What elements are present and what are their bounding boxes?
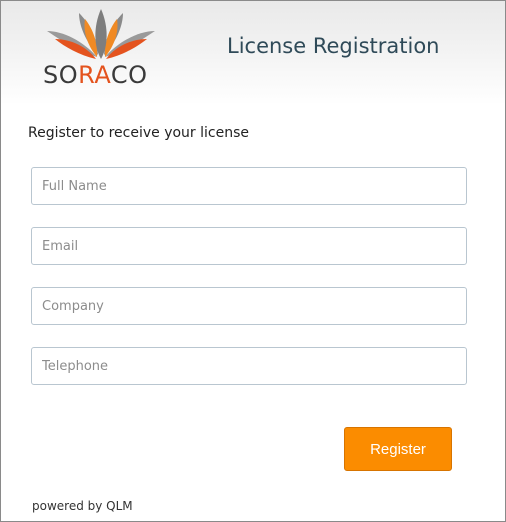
powered-by-label: powered by QLM: [32, 499, 133, 513]
license-registration-window: SORACO License Registration Register to …: [0, 0, 506, 522]
header-banner: SORACO License Registration: [1, 1, 505, 105]
company-input[interactable]: [31, 287, 467, 325]
logo-wordmark: SORACO: [43, 61, 148, 89]
email-input[interactable]: [31, 227, 467, 265]
lotus-icon: [47, 9, 155, 59]
form-subtitle: Register to receive your license: [28, 125, 250, 141]
telephone-input[interactable]: [31, 347, 467, 385]
page-title: License Registration: [227, 34, 440, 58]
full-name-input[interactable]: [31, 167, 467, 205]
soraco-logo: SORACO: [41, 5, 167, 95]
register-button[interactable]: Register: [344, 427, 452, 471]
